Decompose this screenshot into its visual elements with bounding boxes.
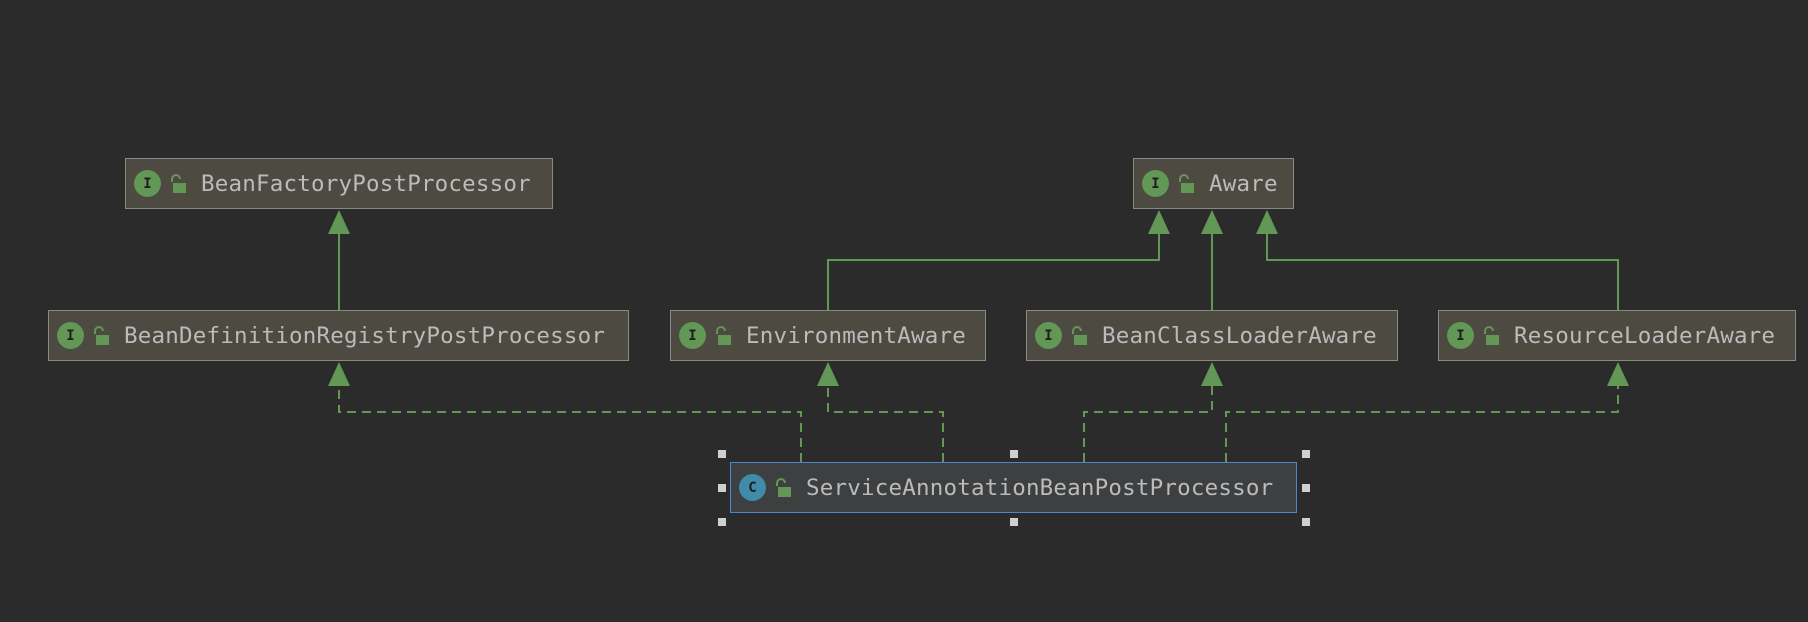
interface-badge-icon: I — [1142, 170, 1169, 197]
resize-handle-top-left[interactable] — [718, 450, 726, 458]
unlocked-padlock-icon — [171, 173, 186, 193]
edge-service-to-registry — [338, 382, 802, 462]
resize-handle-bottom-right[interactable] — [1302, 518, 1310, 526]
arrowhead-aware-right — [1256, 210, 1278, 234]
edge-service-to-classloader-left — [1083, 382, 1213, 462]
interface-badge-icon: I — [134, 170, 161, 197]
arrowhead-environment — [817, 362, 839, 386]
unlocked-padlock-icon — [1179, 173, 1194, 193]
class-badge-icon: C — [739, 474, 766, 501]
interface-badge-icon: I — [1447, 322, 1474, 349]
unlocked-padlock-icon — [776, 477, 791, 497]
unlocked-padlock-icon — [1072, 325, 1087, 345]
arrowhead-factory — [328, 210, 350, 234]
interface-badge-icon: I — [679, 322, 706, 349]
node-label: ServiceAnnotationBeanPostProcessor — [806, 474, 1274, 501]
resize-handle-middle-left[interactable] — [718, 484, 726, 492]
node-bean-factory-post-processor[interactable]: I BeanFactoryPostProcessor — [125, 158, 553, 209]
arrowhead-aware-left — [1148, 210, 1170, 234]
node-service-annotation-bean-post-processor[interactable]: C ServiceAnnotationBeanPostProcessor — [730, 462, 1297, 513]
unlocked-padlock-icon — [1484, 325, 1499, 345]
edge-service-to-resourceloader — [1225, 382, 1619, 462]
edge-service-to-environment — [827, 382, 944, 462]
node-bean-class-loader-aware[interactable]: I BeanClassLoaderAware — [1026, 310, 1398, 361]
unlocked-padlock-icon — [716, 325, 731, 345]
arrowhead-registry — [328, 362, 350, 386]
node-label: BeanClassLoaderAware — [1102, 322, 1377, 349]
resize-handle-bottom-center[interactable] — [1010, 518, 1018, 526]
node-environment-aware[interactable]: I EnvironmentAware — [670, 310, 986, 361]
node-label: Aware — [1209, 170, 1278, 197]
edge-environment-to-aware — [827, 226, 1160, 310]
node-resource-loader-aware[interactable]: I ResourceLoaderAware — [1438, 310, 1796, 361]
arrowhead-resourceloader — [1607, 362, 1629, 386]
edge-resourceloader-to-aware — [1266, 226, 1619, 310]
node-label: EnvironmentAware — [746, 322, 966, 349]
resize-handle-middle-right[interactable] — [1302, 484, 1310, 492]
node-label: BeanFactoryPostProcessor — [201, 170, 531, 197]
node-aware[interactable]: I Aware — [1133, 158, 1294, 209]
node-bean-definition-registry-post-processor[interactable]: I BeanDefinitionRegistryPostProcessor — [48, 310, 629, 361]
interface-badge-icon: I — [57, 322, 84, 349]
interface-badge-icon: I — [1035, 322, 1062, 349]
arrowhead-aware-center — [1201, 210, 1223, 234]
arrowhead-classloader — [1201, 362, 1223, 386]
resize-handle-top-right[interactable] — [1302, 450, 1310, 458]
resize-handle-top-center[interactable] — [1010, 450, 1018, 458]
node-label: ResourceLoaderAware — [1514, 322, 1776, 349]
unlocked-padlock-icon — [94, 325, 109, 345]
node-label: BeanDefinitionRegistryPostProcessor — [124, 322, 606, 349]
resize-handle-bottom-left[interactable] — [718, 518, 726, 526]
